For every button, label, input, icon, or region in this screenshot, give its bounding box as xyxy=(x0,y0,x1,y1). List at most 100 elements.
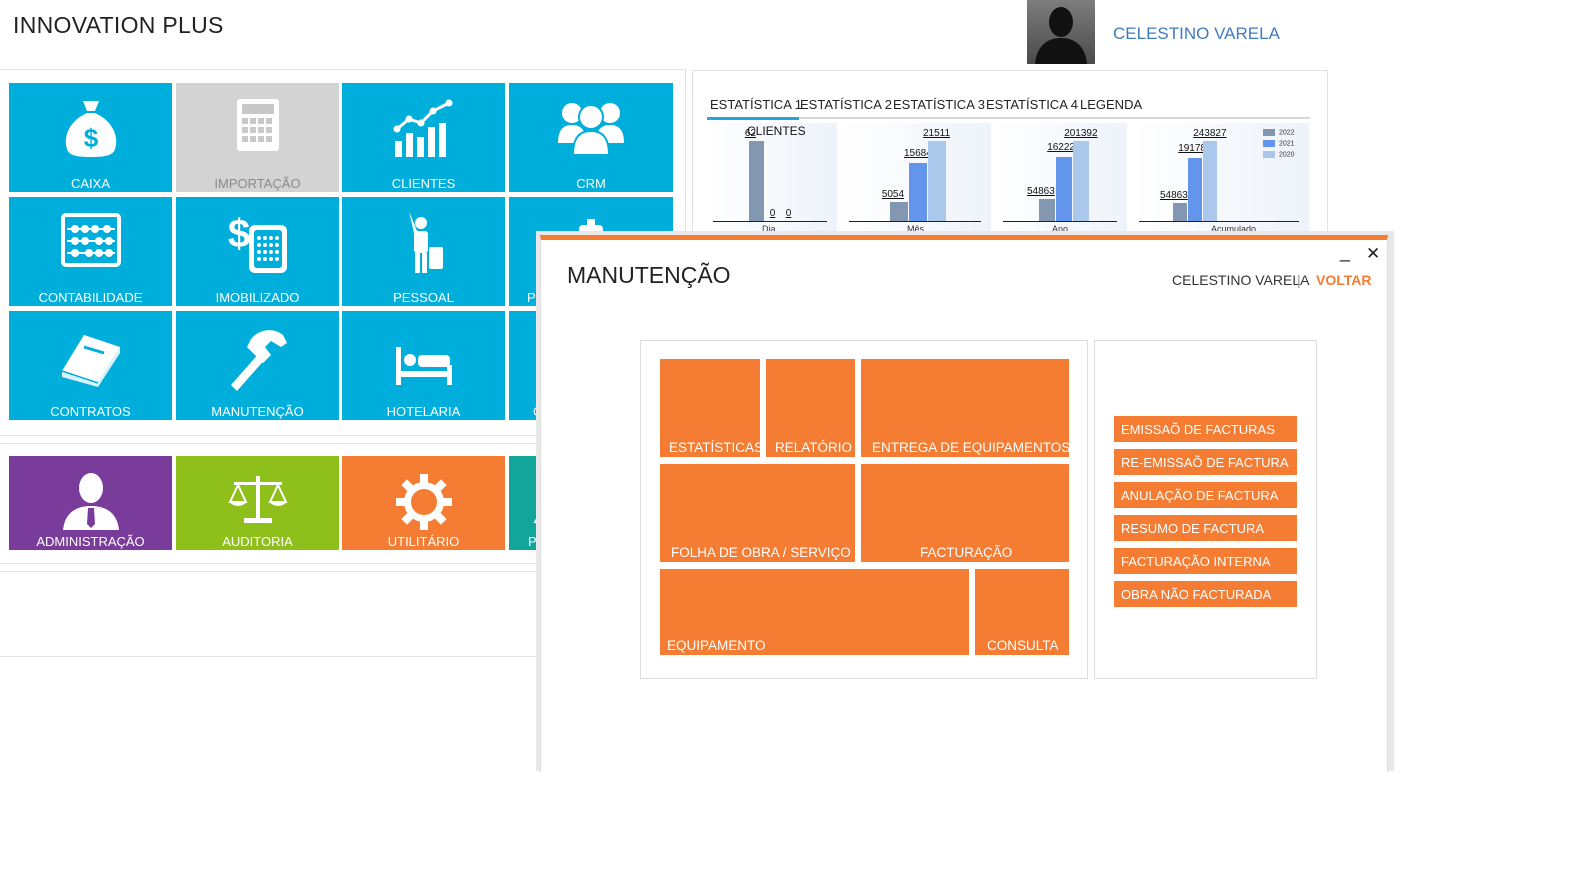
manutencao-modal: MANUTENÇÃO CELESTINO VARELA | VOLTAR _ ✕… xyxy=(536,231,1394,772)
abacus-icon xyxy=(60,213,121,267)
chart-bar xyxy=(749,141,764,221)
user-icon xyxy=(62,473,119,530)
module-label: IMOBILIZADO xyxy=(215,290,300,305)
data-label: 62 xyxy=(744,128,757,139)
data-label: 243827 xyxy=(1193,128,1227,139)
module-tile-hotelaria[interactable]: HOTELARIA xyxy=(342,311,505,420)
module-label: AUDITORIA xyxy=(222,534,293,549)
module-tile-pessoal[interactable]: PESSOAL xyxy=(342,197,505,306)
tile-facturacao[interactable]: FACTURAÇÃO xyxy=(861,464,1069,562)
dollar-calculator-icon: $ xyxy=(227,212,287,273)
data-label: 21511 xyxy=(923,128,951,139)
module-tile-administracao[interactable]: ADMINISTRAÇÃO xyxy=(9,456,172,550)
module-tile-crm[interactable]: CRM xyxy=(509,83,673,192)
module-label: PESSOAL xyxy=(393,290,454,305)
resumo-factura-button[interactable]: RESUMO DE FACTURA xyxy=(1114,515,1297,541)
module-label: CAIXA xyxy=(70,176,110,191)
module-tile-imobilizado[interactable]: $ IMOBILIZADO xyxy=(176,197,339,306)
modal-user-name[interactable]: CELESTINO VARELA xyxy=(1172,272,1309,288)
chart-axis-line xyxy=(713,221,827,222)
svg-text:$: $ xyxy=(83,123,98,153)
legend-label: 2021 xyxy=(1279,140,1295,148)
gear-icon xyxy=(395,474,452,530)
app-title: INNOVATION PLUS xyxy=(13,12,224,38)
hammer-icon xyxy=(230,330,287,391)
tile-label: FOLHA DE OBRA / SERVIÇO xyxy=(671,545,851,560)
modal-separator: | xyxy=(1297,272,1301,288)
scales-icon xyxy=(227,476,288,523)
minimize-button[interactable]: _ xyxy=(1340,242,1350,263)
legend-item: 2022 xyxy=(1263,129,1295,136)
module-label: HOTELARIA xyxy=(386,404,461,419)
legend-item: 2020 xyxy=(1263,151,1295,158)
legend-label: 2020 xyxy=(1279,151,1295,159)
data-label: 54863 xyxy=(1160,189,1188,201)
tile-label: ESTATÍSTICAS xyxy=(669,440,760,455)
tile-estatisticas[interactable]: ESTATÍSTICAS xyxy=(660,359,760,457)
legend-swatch xyxy=(1263,151,1275,158)
book-icon xyxy=(61,335,120,387)
invoice-actions-panel: EMISSAÕ DE FACTURAS RE-EMISSAÕ DE FACTUR… xyxy=(1094,340,1317,679)
user-silhouette-icon xyxy=(1035,7,1087,64)
user-name[interactable]: CELESTINO VARELA xyxy=(1113,24,1280,44)
module-label: CLIENTES xyxy=(391,176,456,191)
module-tile-caixa[interactable]: $ CAIXA xyxy=(9,83,172,192)
module-label: UTILITÁRIO xyxy=(387,534,460,549)
tile-label: CONSULTA xyxy=(987,638,1059,653)
chart-bar xyxy=(1173,202,1187,221)
tile-equipamento[interactable]: EQUIPAMENTO xyxy=(660,569,969,655)
calculator-icon xyxy=(236,99,279,151)
tile-entrega-equipamentos[interactable]: ENTREGA DE EQUIPAMENTOS xyxy=(861,359,1069,457)
module-tile-utilitario[interactable]: UTILITÁRIO xyxy=(342,456,505,550)
data-label: 201392 xyxy=(1064,128,1098,139)
module-label: ADMINISTRAÇÃO xyxy=(36,534,145,549)
avatar[interactable] xyxy=(1027,0,1095,64)
emissao-facturas-button[interactable]: EMISSAÕ DE FACTURAS xyxy=(1114,416,1297,442)
module-label: IMPORTAÇÃO xyxy=(214,176,301,191)
module-label: CONTABILIDADE xyxy=(38,290,143,305)
data-label: 54863 xyxy=(1027,186,1055,198)
module-tile-auditoria[interactable]: AUDITORIA xyxy=(176,456,339,550)
tile-relatorio[interactable]: RELATÓRIO xyxy=(766,359,855,457)
module-label: CONTRATOS xyxy=(50,404,131,419)
chart-axis-line xyxy=(1139,221,1299,222)
clientes-chart: CLIENTES 2022 2021 2020 Dia 62 0 0 Mês 5054 1568… xyxy=(693,71,1327,246)
chart-bar xyxy=(1056,156,1072,221)
growth-chart-icon xyxy=(393,99,452,157)
svg-text:$: $ xyxy=(227,212,249,256)
legend-label: 2022 xyxy=(1279,129,1295,137)
chart-bar xyxy=(890,202,908,221)
maintenance-tiles-panel: ESTATÍSTICAS RELATÓRIO ENTREGA DE EQUIPA… xyxy=(640,340,1088,679)
module-tile-importacao[interactable]: IMPORTAÇÃO xyxy=(176,83,339,192)
bed-icon xyxy=(395,347,452,385)
tile-label: ENTREGA DE EQUIPAMENTOS xyxy=(872,440,1069,455)
facturacao-interna-button[interactable]: FACTURAÇÃO INTERNA xyxy=(1114,548,1297,574)
modal-title: MANUTENÇÃO xyxy=(567,262,731,288)
chart-bar xyxy=(1188,158,1202,221)
module-label: CRM xyxy=(576,176,606,191)
module-tile-manutencao[interactable]: MANUTENÇÃO xyxy=(176,311,339,420)
module-tile-clientes[interactable]: CLIENTES xyxy=(342,83,505,192)
re-emissao-factura-button[interactable]: RE-EMISSAÕ DE FACTURA xyxy=(1114,449,1297,475)
module-tile-contratos[interactable]: CONTRATOS xyxy=(9,311,172,420)
module-label: MANUTENÇÃO xyxy=(211,404,304,419)
chart-bar xyxy=(1039,199,1055,221)
data-label: 0 xyxy=(785,208,792,219)
anulacao-factura-button[interactable]: ANULAÇÃO DE FACTURA xyxy=(1114,482,1297,508)
money-bag-icon: $ xyxy=(65,101,116,157)
legend-swatch xyxy=(1263,140,1275,147)
close-button[interactable]: ✕ xyxy=(1366,244,1380,264)
tile-consulta[interactable]: CONSULTA xyxy=(975,569,1069,655)
back-button[interactable]: VOLTAR xyxy=(1316,272,1371,288)
legend-swatch xyxy=(1263,129,1275,136)
tile-label: EQUIPAMENTO xyxy=(667,638,766,653)
tile-folha-de-obra[interactable]: FOLHA DE OBRA / SERVIÇO xyxy=(660,464,855,562)
tile-label: FACTURAÇÃO xyxy=(920,545,1013,560)
chart-axis-line xyxy=(1003,221,1117,222)
chart-axis-line xyxy=(849,221,981,222)
obra-nao-facturada-button[interactable]: OBRA NÃO FACTURADA xyxy=(1114,581,1297,607)
module-tile-contabilidade[interactable]: CONTABILIDADE xyxy=(9,197,172,306)
legend-item: 2021 xyxy=(1263,140,1295,147)
panel-border-top xyxy=(0,69,686,70)
chart-bar xyxy=(909,162,927,221)
